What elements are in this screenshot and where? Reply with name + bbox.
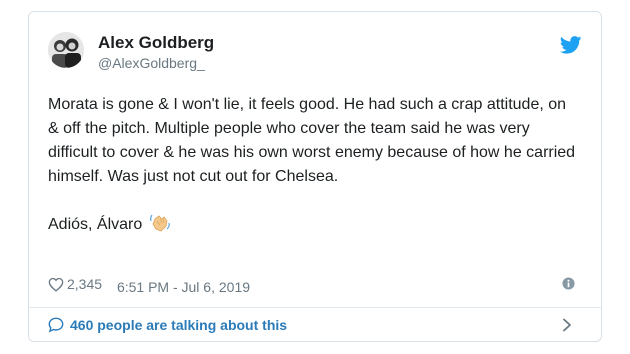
info-icon[interactable] (562, 277, 575, 290)
tweet-text-signoff: Adiós, Álvaro (48, 213, 578, 237)
tweet-body: Morata is gone & I won't lie, it feels g… (48, 93, 578, 237)
author-avatar[interactable] (48, 32, 84, 68)
like-count: 2,345 (67, 276, 103, 292)
tweet-header: Alex Goldberg @AlexGoldberg_ (48, 32, 582, 76)
tweet-card: Alex Goldberg @AlexGoldberg_ Morata is g… (28, 11, 602, 342)
tweet-signoff-text: Adiós, Álvaro (48, 216, 143, 233)
footer-divider (29, 307, 601, 308)
avatar-photo-icon (48, 32, 84, 68)
heart-icon (48, 277, 64, 292)
author-handle[interactable]: @AlexGoldberg_ (98, 54, 214, 72)
conversation-link[interactable]: 460 people are talking about this (48, 310, 582, 340)
chevron-right-icon (563, 318, 571, 332)
waving-hand-icon (149, 214, 170, 232)
twitter-bird-icon[interactable] (560, 36, 582, 54)
conversation-text: 460 people are talking about this (70, 317, 288, 333)
like-button[interactable]: 2,345 (48, 274, 102, 294)
tweet-meta: 2,345 6:51 PM - Jul 6, 2019 (48, 274, 582, 295)
tweet-text-paragraph: Morata is gone & I won't lie, it feels g… (48, 96, 576, 185)
speech-bubble-icon (48, 317, 64, 333)
author-names: Alex Goldberg @AlexGoldberg_ (98, 33, 214, 72)
author-display-name[interactable]: Alex Goldberg (98, 33, 214, 53)
tweet-timestamp[interactable]: 6:51 PM - Jul 6, 2019 (117, 279, 250, 295)
